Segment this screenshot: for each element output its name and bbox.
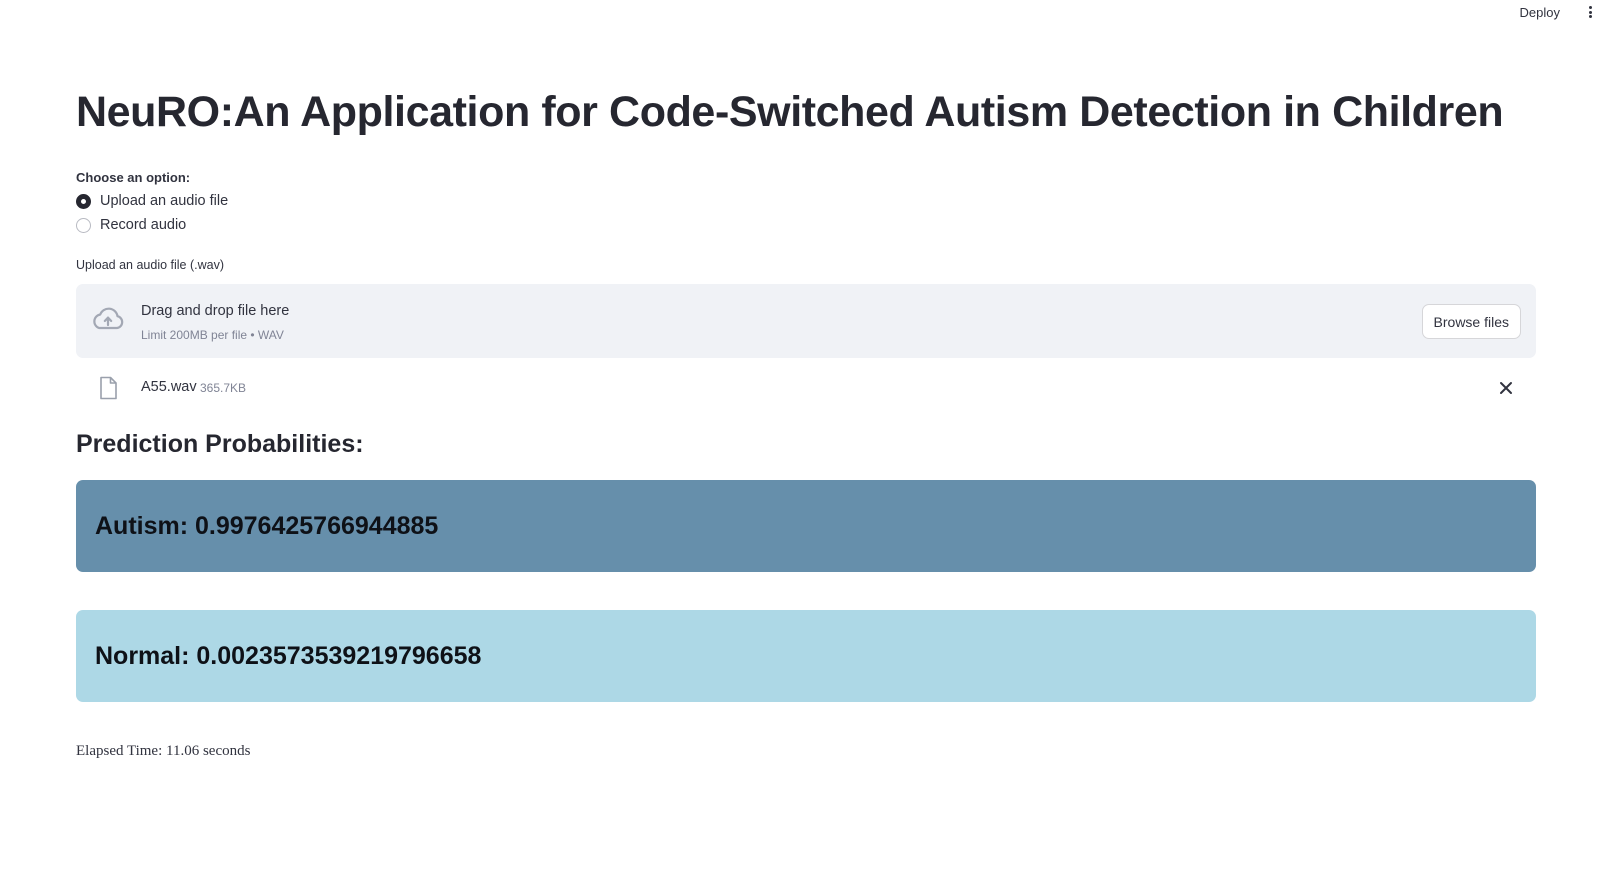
option-label: Choose an option: — [76, 170, 191, 185]
radio-button-checked[interactable] — [76, 193, 91, 209]
file-dropzone[interactable]: Drag and drop file here Limit 200MB per … — [76, 284, 1536, 358]
browse-files-button[interactable]: Browse files — [1421, 304, 1521, 339]
close-icon[interactable] — [1498, 380, 1514, 396]
page-title: NeuRO:An Application for Code-Switched A… — [76, 88, 1504, 136]
file-size: 365.7KB — [200, 381, 247, 395]
deploy-button[interactable]: Deploy — [1520, 5, 1560, 20]
elapsed-time: Elapsed Time: 11.06 seconds — [76, 743, 251, 759]
radio-label-upload: Upload an audio file — [100, 193, 229, 209]
radio-label-record: Record audio — [100, 217, 187, 233]
dropzone-instructions: Drag and drop file here — [141, 303, 290, 319]
radio-button-unchecked[interactable] — [76, 217, 91, 233]
dropzone-limit: Limit 200MB per file • WAV — [141, 328, 284, 342]
normal-probability: Normal: 0.0023573539219796658 — [95, 641, 482, 670]
file-name: A55.wav — [141, 379, 197, 395]
radio-upload-audio[interactable]: Upload an audio file — [76, 193, 228, 209]
prediction-heading: Prediction Probabilities: — [76, 430, 364, 458]
top-toolbar: Deploy — [1520, 0, 1600, 24]
cloud-upload-icon — [93, 307, 124, 330]
radio-record-audio[interactable]: Record audio — [76, 217, 186, 233]
uploaded-file-row: A55.wav 365.7KB — [76, 374, 1536, 404]
upload-label: Upload an audio file (.wav) — [76, 258, 224, 272]
app-page: Deploy NeuRO:An Application for Code-Swi… — [0, 0, 1600, 894]
file-icon — [100, 376, 117, 400]
autism-probability: Autism: 0.9976425766944885 — [95, 511, 439, 540]
kebab-menu-icon[interactable] — [1586, 4, 1594, 20]
normal-probability-box: Normal: 0.0023573539219796658 — [76, 610, 1536, 702]
autism-probability-box: Autism: 0.9976425766944885 — [76, 480, 1536, 572]
